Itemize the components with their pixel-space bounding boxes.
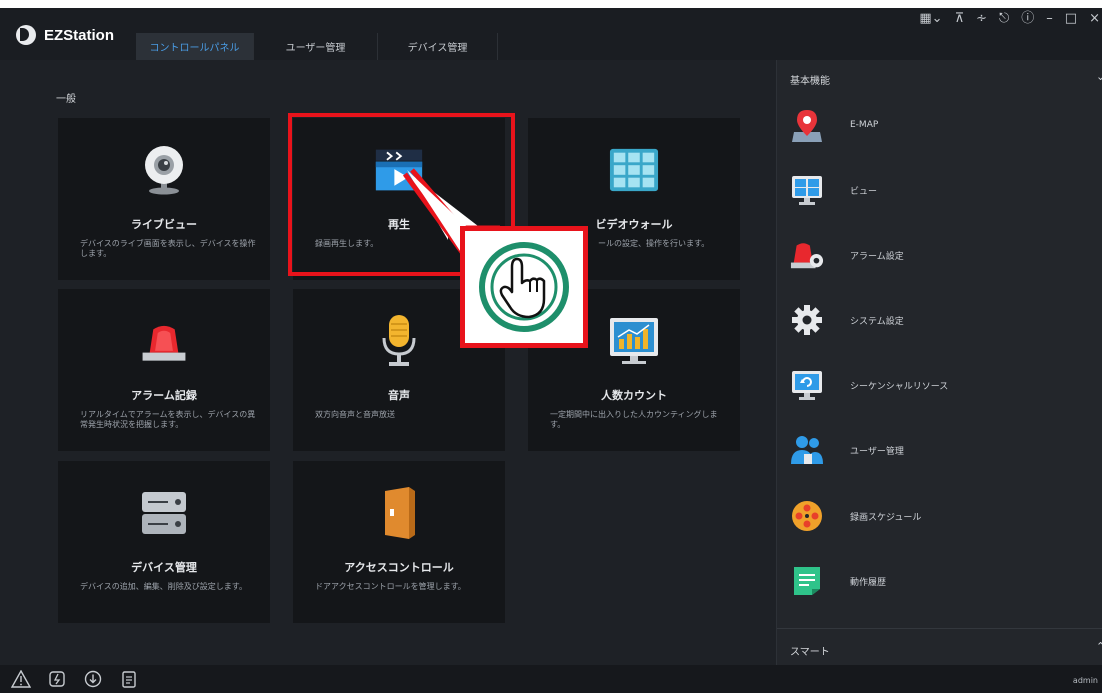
alarm-settings-icon bbox=[790, 237, 824, 273]
download-icon[interactable] bbox=[82, 668, 104, 690]
chevron-up-icon[interactable]: ⌃ bbox=[1096, 640, 1102, 653]
title-bar: EZStation コントロールパネル ユーザー管理 デバイス管理 ▦⌄ ⊼ ∻… bbox=[0, 8, 1102, 60]
card-title: デバイス管理 bbox=[131, 561, 197, 574]
status-bar-icons bbox=[10, 668, 140, 690]
card-title: アクセスコントロール bbox=[344, 561, 454, 574]
panel-item-label: システム設定 bbox=[850, 316, 904, 327]
tab-control-panel[interactable]: コントロールパネル bbox=[136, 33, 254, 60]
card-title: 音声 bbox=[388, 389, 410, 402]
card-title: アラーム記録 bbox=[131, 389, 197, 402]
panel-item-label: 録画スケジュール bbox=[850, 512, 922, 523]
sequence-monitor-icon bbox=[790, 367, 824, 403]
gear-icon bbox=[790, 302, 824, 338]
panel-item-label: E-MAP bbox=[850, 120, 879, 130]
log-document-icon bbox=[790, 563, 824, 599]
users-icon bbox=[790, 432, 824, 468]
chevron-down-icon[interactable]: ⌄ bbox=[1096, 70, 1102, 83]
panel-divider bbox=[777, 628, 1102, 629]
link-icon[interactable]: ∻ bbox=[976, 11, 987, 27]
warning-icon[interactable] bbox=[10, 668, 32, 690]
close-icon[interactable]: × bbox=[1089, 11, 1100, 27]
film-reel-icon bbox=[790, 498, 824, 534]
app-name: EZStation bbox=[44, 26, 114, 44]
layout-icon[interactable]: ▦⌄ bbox=[919, 11, 942, 27]
server-icon bbox=[139, 488, 189, 538]
panel-item-label: アラーム設定 bbox=[850, 251, 904, 262]
click-callout bbox=[460, 226, 588, 348]
main-tabs: コントロールパネル ユーザー管理 デバイス管理 bbox=[136, 33, 498, 60]
window-controls: ▦⌄ ⊼ ∻ ⎋ ⓘ – □ × bbox=[919, 11, 1100, 27]
monitor-view-icon bbox=[790, 172, 824, 208]
skin-icon[interactable]: ⊼ bbox=[955, 11, 965, 27]
panel-item-label: シーケンシャルリソース bbox=[850, 381, 949, 392]
card-live-view[interactable]: ライブビュー デバイスのライブ画面を表示し、デバイスを操作します。 bbox=[58, 118, 270, 280]
ezstation-logo-icon bbox=[16, 25, 36, 45]
tab-device-management[interactable]: デバイス管理 bbox=[378, 33, 498, 60]
panel-item-operation-log[interactable]: 動作履歴 bbox=[790, 561, 1090, 601]
app-window: EZStation コントロールパネル ユーザー管理 デバイス管理 ▦⌄ ⊼ ∻… bbox=[0, 8, 1102, 693]
tab-user-management[interactable]: ユーザー管理 bbox=[254, 33, 378, 60]
door-icon bbox=[374, 487, 424, 539]
panel-header: 基本機能 bbox=[790, 76, 830, 87]
microphone-icon bbox=[374, 315, 424, 366]
app-logo: EZStation bbox=[16, 25, 114, 45]
panel-item-record-schedule[interactable]: 録画スケジュール bbox=[790, 496, 1090, 536]
card-device-management[interactable]: デバイス管理 デバイスの追加、編集、削除及び設定します。 bbox=[58, 461, 270, 623]
panel-item-emap[interactable]: E-MAP bbox=[790, 105, 1090, 145]
map-pin-icon bbox=[790, 107, 824, 143]
panel-item-alarm-settings[interactable]: アラーム設定 bbox=[790, 235, 1090, 275]
panel-item-label: ビュー bbox=[850, 186, 878, 197]
panel-item-label: 動作履歴 bbox=[850, 577, 887, 588]
card-access-control[interactable]: アクセスコントロール ドアアクセスコントロールを管理します。 bbox=[293, 461, 505, 623]
card-description: デバイスの追加、編集、削除及び設定します。 bbox=[80, 582, 247, 591]
alarm-light-icon bbox=[139, 316, 189, 366]
section-title: 一般 bbox=[56, 94, 76, 105]
status-bar: admin bbox=[0, 665, 1102, 693]
card-title: ライブビュー bbox=[131, 218, 197, 231]
panel-item-label: ユーザー管理 bbox=[850, 446, 904, 457]
smart-section-header[interactable]: スマート bbox=[790, 643, 830, 658]
power-icon[interactable] bbox=[46, 668, 68, 690]
webcam-icon bbox=[139, 145, 189, 195]
card-description: 双方向音声と音声放送 bbox=[315, 410, 395, 419]
lock-icon[interactable]: ⎋ bbox=[999, 11, 1009, 27]
card-description: リアルタイムでアラームを表示し、デバイスの異常発生時状況を把握します。 bbox=[80, 410, 256, 429]
card-alarm-record[interactable]: アラーム記録 リアルタイムでアラームを表示し、デバイスの異常発生時状況を把握しま… bbox=[58, 289, 270, 451]
minimize-icon[interactable]: – bbox=[1046, 11, 1053, 27]
card-title: 人数カウント bbox=[601, 389, 667, 402]
clipboard-icon[interactable] bbox=[118, 668, 140, 690]
panel-item-sequential-resource[interactable]: シーケンシャルリソース bbox=[790, 365, 1090, 405]
people-count-chart-icon bbox=[609, 316, 659, 366]
maximize-icon[interactable]: □ bbox=[1065, 11, 1077, 27]
card-description: デバイスのライブ画面を表示し、デバイスを操作します。 bbox=[80, 239, 256, 258]
help-icon[interactable]: ⓘ bbox=[1021, 11, 1034, 27]
panel-item-user-management[interactable]: ユーザー管理 bbox=[790, 430, 1090, 470]
card-description: ドアアクセスコントロールを管理します。 bbox=[315, 582, 466, 591]
panel-item-view[interactable]: ビュー bbox=[790, 170, 1090, 210]
video-wall-icon bbox=[609, 145, 659, 195]
click-hand-icon bbox=[479, 242, 569, 332]
basic-functions-panel: 基本機能 ⌄ E-MAP ビュー アラーム設定 システム設定 シーケンシャルリソ… bbox=[776, 60, 1102, 665]
card-description: ールの設定、操作を行います。 bbox=[598, 239, 710, 248]
current-user: admin bbox=[1072, 676, 1098, 685]
card-description: 一定期間中に出入りした人カウンティングします。 bbox=[550, 410, 718, 429]
panel-item-system-settings[interactable]: システム設定 bbox=[790, 300, 1090, 340]
